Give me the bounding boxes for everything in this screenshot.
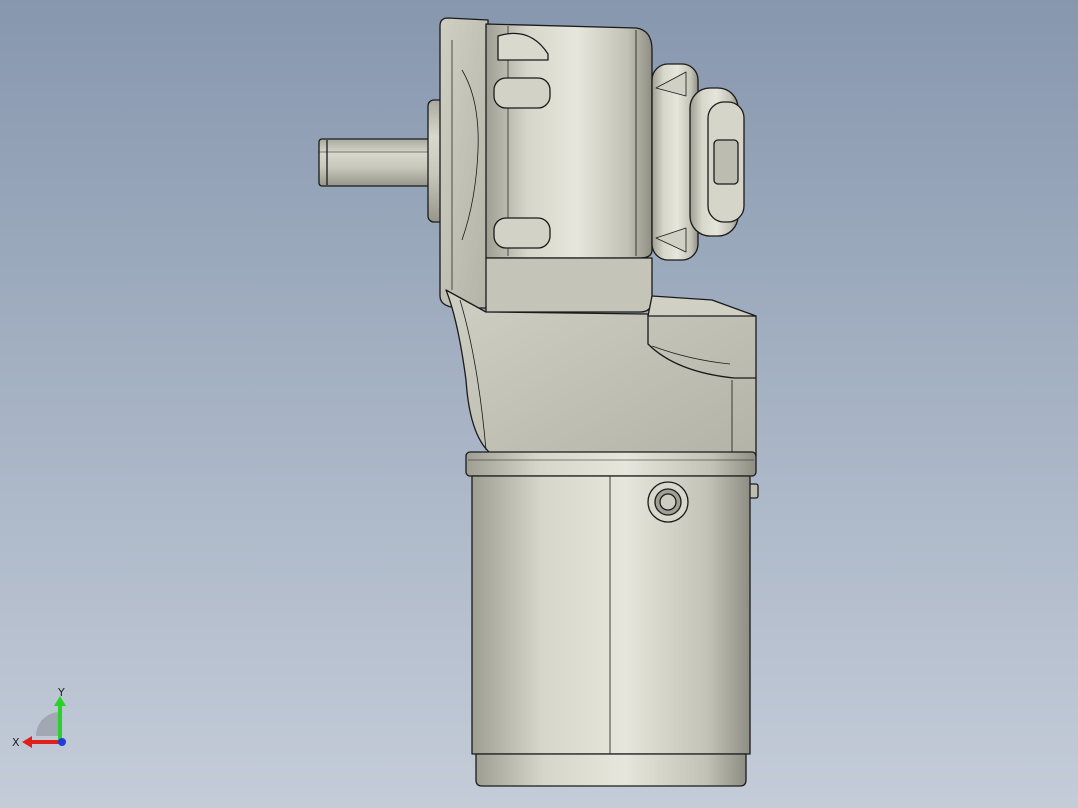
gear-housing[interactable] xyxy=(485,23,653,313)
mounting-flange[interactable] xyxy=(439,17,489,309)
motor-body[interactable] xyxy=(471,475,751,787)
3d-viewport[interactable]: Y X xyxy=(0,0,1078,808)
housing-boss-top xyxy=(493,77,551,109)
axis-triad: Y X xyxy=(12,686,66,749)
end-cap[interactable] xyxy=(651,63,745,261)
x-axis-head xyxy=(22,736,32,748)
housing-boss-bottom xyxy=(493,217,551,249)
y-axis-label: Y xyxy=(57,686,65,699)
cable-port[interactable] xyxy=(647,481,689,523)
x-axis-label: X xyxy=(12,736,20,749)
output-shaft[interactable] xyxy=(318,138,436,187)
adapter-ring[interactable] xyxy=(465,451,757,477)
gearmotor-model[interactable] xyxy=(0,0,1078,808)
z-axis-dot xyxy=(58,738,66,746)
triad-arc xyxy=(36,712,60,736)
gearbox-block[interactable] xyxy=(445,289,757,457)
